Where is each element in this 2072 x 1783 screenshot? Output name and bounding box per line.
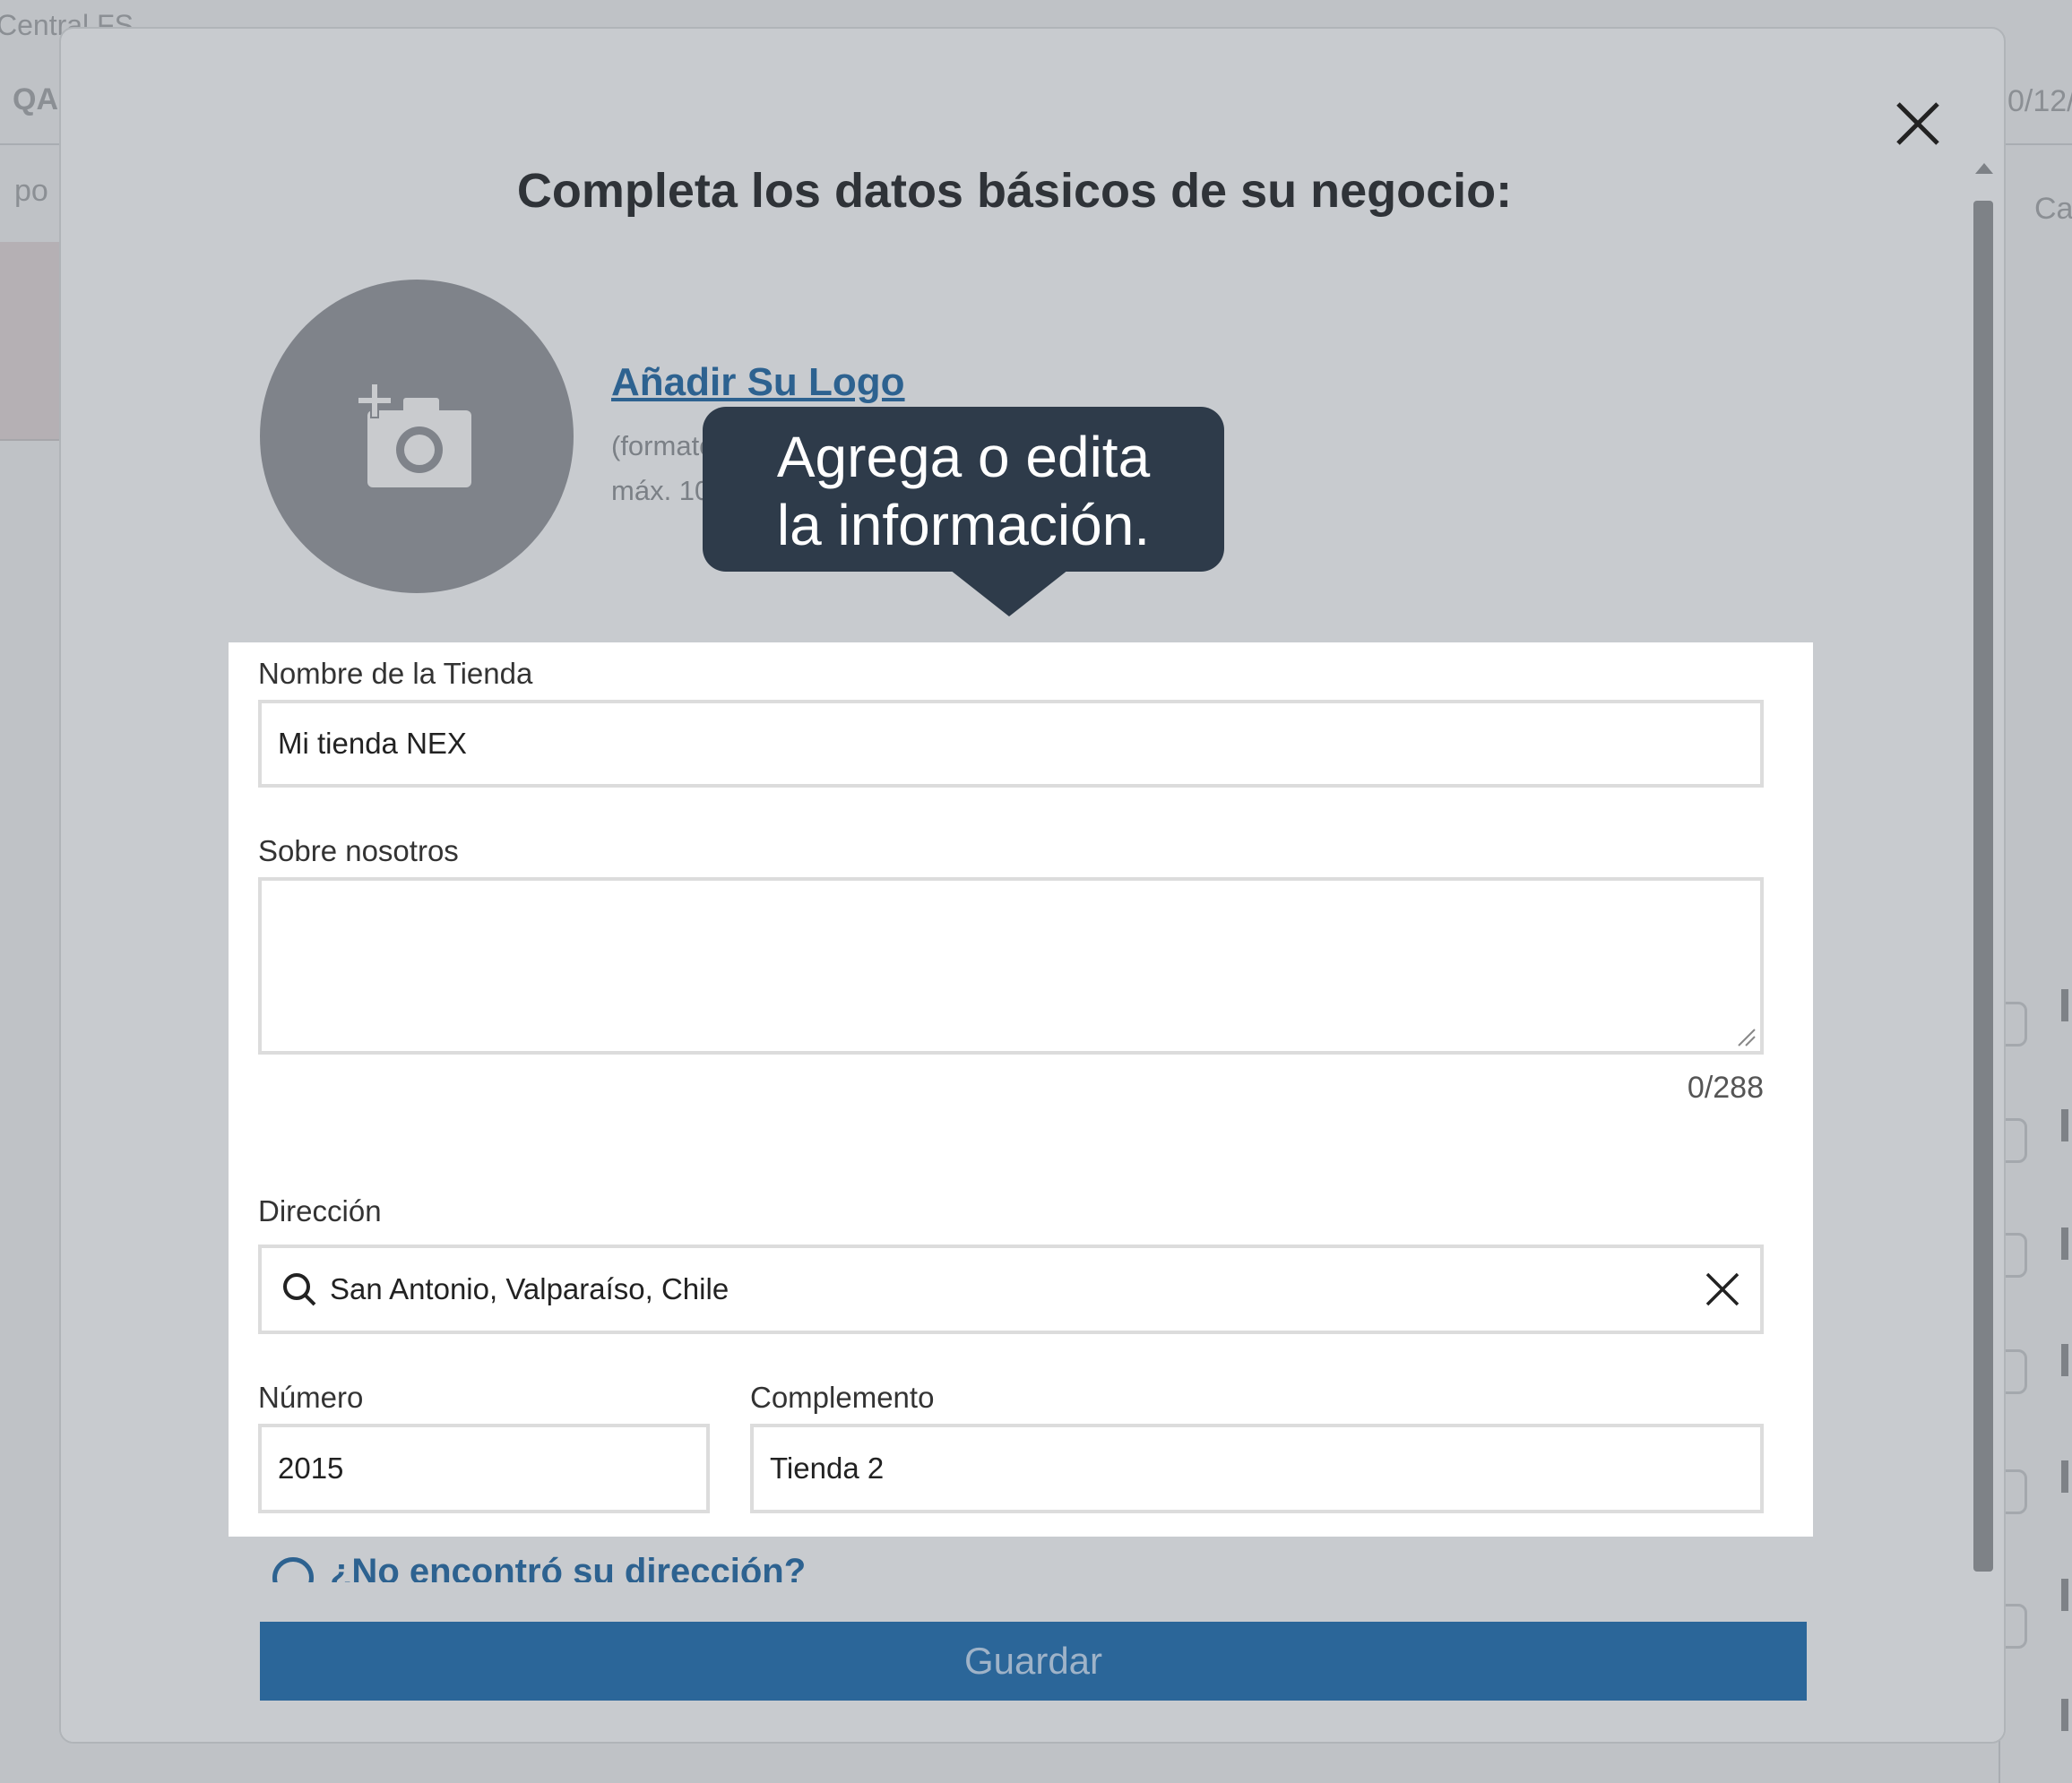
- store-name-input[interactable]: Mi tienda NEX: [258, 700, 1764, 788]
- background-mark: [2061, 989, 2068, 1021]
- complement-value: Tienda 2: [770, 1451, 885, 1485]
- about-textarea[interactable]: [258, 877, 1764, 1055]
- background-mark: [2061, 1109, 2068, 1141]
- store-name-label: Nombre de la Tienda: [258, 657, 533, 690]
- background-mark: [2061, 1460, 2068, 1493]
- about-char-counter: 0/288: [1687, 1071, 1764, 1105]
- modal-title: Completa los datos básicos de su negocio…: [516, 164, 1513, 218]
- address-label: Dirección: [258, 1194, 382, 1227]
- background-right-panel: [1999, 143, 2072, 1783]
- scroll-up-icon[interactable]: [1975, 163, 1993, 174]
- resize-handle-icon: [1738, 1029, 1756, 1047]
- number-input[interactable]: 2015: [258, 1424, 710, 1513]
- onboarding-tooltip: Agrega o edita la información.: [703, 407, 1224, 572]
- background-mark: [2061, 1227, 2068, 1260]
- scroll-thumb[interactable]: [1973, 201, 1993, 1572]
- store-name-value: Mi tienda NEX: [278, 727, 467, 760]
- background-mark: [2061, 1699, 2068, 1731]
- background-left-block: [0, 242, 63, 441]
- number-label: Número: [258, 1381, 364, 1414]
- complement-input[interactable]: Tienda 2: [750, 1424, 1764, 1513]
- save-button[interactable]: Guardar: [260, 1622, 1807, 1701]
- close-button[interactable]: [1891, 97, 1945, 151]
- add-logo-link[interactable]: Añadir Su Logo: [611, 360, 905, 405]
- background-top-label: QA: [13, 82, 58, 116]
- close-icon: [1896, 102, 1939, 145]
- address-input[interactable]: San Antonio, Valparaíso, Chile: [258, 1245, 1764, 1334]
- background-search-text: po: [14, 174, 48, 208]
- tooltip-line-1: Agrega o edita: [776, 425, 1151, 489]
- tooltip-arrow: [950, 570, 1068, 616]
- about-label: Sobre nosotros: [258, 834, 459, 867]
- address-value: San Antonio, Valparaíso, Chile: [330, 1272, 730, 1305]
- complement-label: Complemento: [750, 1381, 935, 1414]
- logo-upload-avatar[interactable]: [260, 280, 574, 593]
- number-value: 2015: [278, 1451, 344, 1485]
- tooltip-line-2: la información.: [776, 493, 1151, 557]
- background-date: 0/12/: [2007, 84, 2072, 118]
- add-photo-icon: [357, 383, 471, 487]
- search-icon: [283, 1273, 316, 1306]
- background-mark: [2061, 1344, 2068, 1376]
- background-right-text: Ca: [2034, 192, 2072, 226]
- highlighted-form: Nombre de la Tienda Mi tienda NEX Sobre …: [229, 642, 1813, 1537]
- modal-scrollbar[interactable]: [1968, 163, 1999, 1579]
- background-mark: [2061, 1579, 2068, 1611]
- clear-address-icon[interactable]: [1705, 1271, 1740, 1307]
